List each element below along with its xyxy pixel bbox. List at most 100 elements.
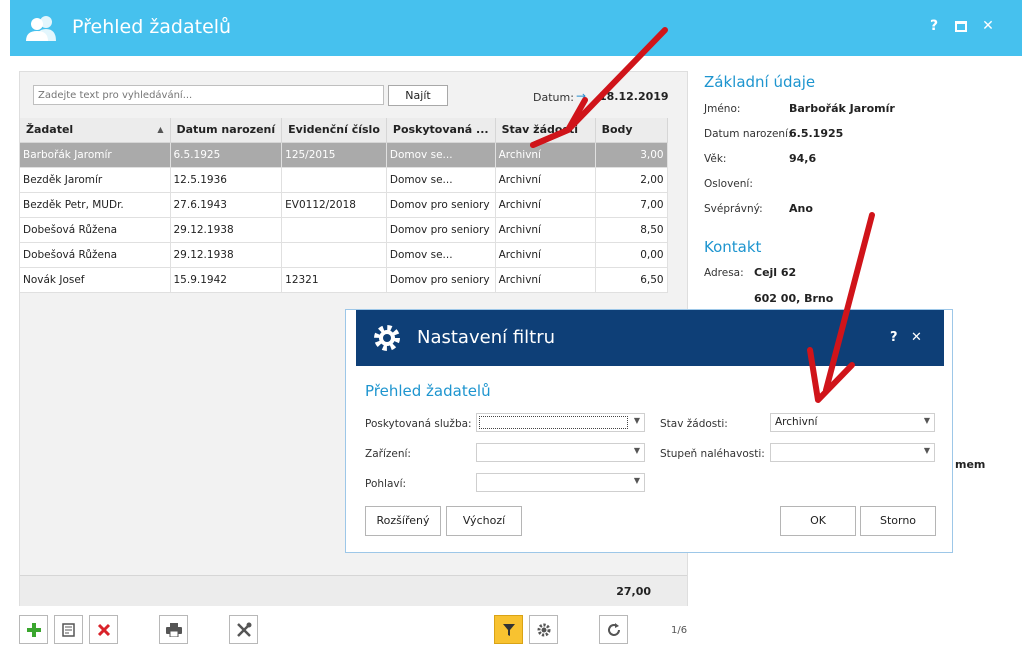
close-button[interactable]: ✕ — [982, 18, 994, 34]
chevron-down-icon: ▼ — [923, 446, 930, 455]
column-header-status[interactable]: Stav žádosti — [495, 118, 596, 143]
find-button[interactable]: Najít — [388, 85, 448, 106]
refresh-button[interactable] — [599, 615, 628, 644]
filter-dialog: Nastavení filtru ? ✕ Přehled žadatelů Po… — [345, 309, 953, 553]
column-header-applicant[interactable]: Žadatel ▲ — [20, 118, 171, 143]
table-row[interactable]: Bezděk Petr, MUDr. 27.6.1943 EV0112/2018… — [20, 192, 668, 218]
applicants-table: Žadatel ▲ Datum narození Evidenční číslo … — [20, 118, 668, 293]
name-label: Jméno: — [704, 103, 741, 115]
cell-applicant: Novák Josef — [20, 267, 171, 293]
cell-birth-date: 12.5.1936 — [170, 167, 283, 193]
default-button[interactable]: Výchozí — [446, 506, 522, 536]
column-header-birth-date[interactable]: Datum narození — [170, 118, 283, 143]
chevron-down-icon: ▼ — [633, 416, 640, 425]
cell-points: 3,00 — [595, 142, 668, 168]
print-icon — [165, 622, 182, 637]
cell-birth-date: 15.9.1942 — [170, 267, 283, 293]
cell-status: Archivní — [495, 242, 596, 268]
service-select[interactable]: ▼ — [476, 413, 645, 432]
window-title: Přehled žadatelů — [72, 16, 232, 38]
cell-birth-date: 27.6.1943 — [170, 192, 283, 218]
cell-service: Domov pro seniory — [386, 217, 496, 243]
cell-status: Archivní — [495, 217, 596, 243]
cell-points: 6,50 — [595, 267, 668, 293]
address-street: Cejl 62 — [754, 266, 797, 279]
page-indicator: 1/6 — [671, 625, 688, 636]
gender-label: Pohlaví: — [365, 478, 407, 490]
salutation-label: Oslovení: — [704, 178, 753, 190]
gender-select[interactable]: ▼ — [476, 473, 645, 492]
contact-heading: Kontakt — [704, 238, 762, 256]
cell-points: 2,00 — [595, 167, 668, 193]
table-row[interactable]: Barbořák Jaromír 6.5.1925 125/2015 Domov… — [20, 142, 668, 168]
tools-button[interactable] — [229, 615, 258, 644]
delete-button[interactable] — [89, 615, 118, 644]
gear-icon — [537, 623, 550, 636]
birth-date-value: 6.5.1925 — [789, 127, 844, 140]
dialog-close-button[interactable]: ✕ — [911, 330, 922, 345]
date-label: Datum: — [533, 91, 574, 104]
urgency-label: Stupeň naléhavosti: — [660, 448, 765, 460]
cell-applicant: Dobešová Růžena — [20, 242, 171, 268]
chevron-down-icon: ▼ — [923, 416, 930, 425]
cell-points: 0,00 — [595, 242, 668, 268]
table-row[interactable]: Dobešová Růžena 29.12.1938 Domov pro sen… — [20, 217, 668, 243]
status-select[interactable]: Archivní ▼ — [770, 413, 935, 432]
partial-text: mem — [955, 458, 986, 471]
cell-status: Archivní — [495, 267, 596, 293]
cell-record-number: 12321 — [281, 267, 387, 293]
table-row[interactable]: Bezděk Jaromír 12.5.1936 Domov se... Arc… — [20, 167, 668, 193]
table-row[interactable]: Dobešová Růžena 29.12.1938 Domov se... A… — [20, 242, 668, 268]
column-header-service[interactable]: Poskytovaná ... — [386, 118, 496, 143]
sort-ascending-icon: ▲ — [157, 125, 164, 135]
cell-record-number: EV0112/2018 — [281, 192, 387, 218]
basic-info-heading: Základní údaje — [704, 73, 816, 91]
cancel-button[interactable]: Storno — [860, 506, 936, 536]
cell-applicant: Dobešová Růžena — [20, 217, 171, 243]
urgency-select[interactable]: ▼ — [770, 443, 935, 462]
cell-record-number — [281, 217, 387, 243]
table-footer-summary: 27,00 — [20, 575, 687, 606]
column-header-points[interactable]: Body — [595, 118, 668, 143]
cell-record-number — [281, 242, 387, 268]
status-label: Stav žádosti: — [660, 418, 728, 430]
service-label: Poskytovaná služba: — [365, 418, 472, 430]
cell-points: 8,50 — [595, 217, 668, 243]
address-city: 602 00, Brno — [754, 292, 834, 305]
dialog-help-button[interactable]: ? — [890, 330, 898, 345]
filter-button[interactable] — [494, 615, 523, 644]
cell-birth-date: 29.12.1938 — [170, 217, 283, 243]
cell-applicant: Bezděk Petr, MUDr. — [20, 192, 171, 218]
search-input[interactable] — [33, 85, 384, 105]
cell-applicant: Bezděk Jaromír — [20, 167, 171, 193]
column-header-record-number[interactable]: Evidenční číslo — [281, 118, 387, 143]
age-label: Věk: — [704, 153, 727, 165]
points-total: 27,00 — [616, 585, 651, 598]
table-row[interactable]: Novák Josef 15.9.1942 12321 Domov pro se… — [20, 267, 668, 293]
dialog-title: Nastavení filtru — [417, 327, 556, 348]
window-titlebar: Přehled žadatelů ? ✕ — [10, 0, 1022, 56]
competent-label: Svéprávný: — [704, 203, 763, 215]
name-value: Barbořák Jaromír — [789, 102, 895, 115]
cell-service: Domov se... — [386, 167, 496, 193]
maximize-button[interactable] — [955, 21, 967, 32]
dialog-header: Nastavení filtru ? ✕ — [356, 310, 944, 366]
chevron-down-icon: ▼ — [633, 476, 640, 485]
birth-date-label: Datum narození: — [704, 128, 792, 140]
print-button[interactable] — [159, 615, 188, 644]
extended-button[interactable]: Rozšířený — [365, 506, 441, 536]
date-value: 18.12.2019 — [599, 90, 669, 103]
dialog-subtitle: Přehled žadatelů — [365, 382, 491, 400]
filter-icon — [502, 623, 515, 636]
facility-select[interactable]: ▼ — [476, 443, 645, 462]
filter-settings-button[interactable] — [529, 615, 558, 644]
edit-button[interactable] — [54, 615, 83, 644]
refresh-icon — [607, 622, 620, 636]
competent-value: Ano — [789, 202, 813, 215]
age-value: 94,6 — [789, 152, 817, 165]
add-button[interactable] — [19, 615, 48, 644]
cell-service: Domov pro seniory — [386, 192, 496, 218]
cell-record-number: 125/2015 — [281, 142, 387, 168]
help-button[interactable]: ? — [928, 18, 940, 34]
ok-button[interactable]: OK — [780, 506, 856, 536]
